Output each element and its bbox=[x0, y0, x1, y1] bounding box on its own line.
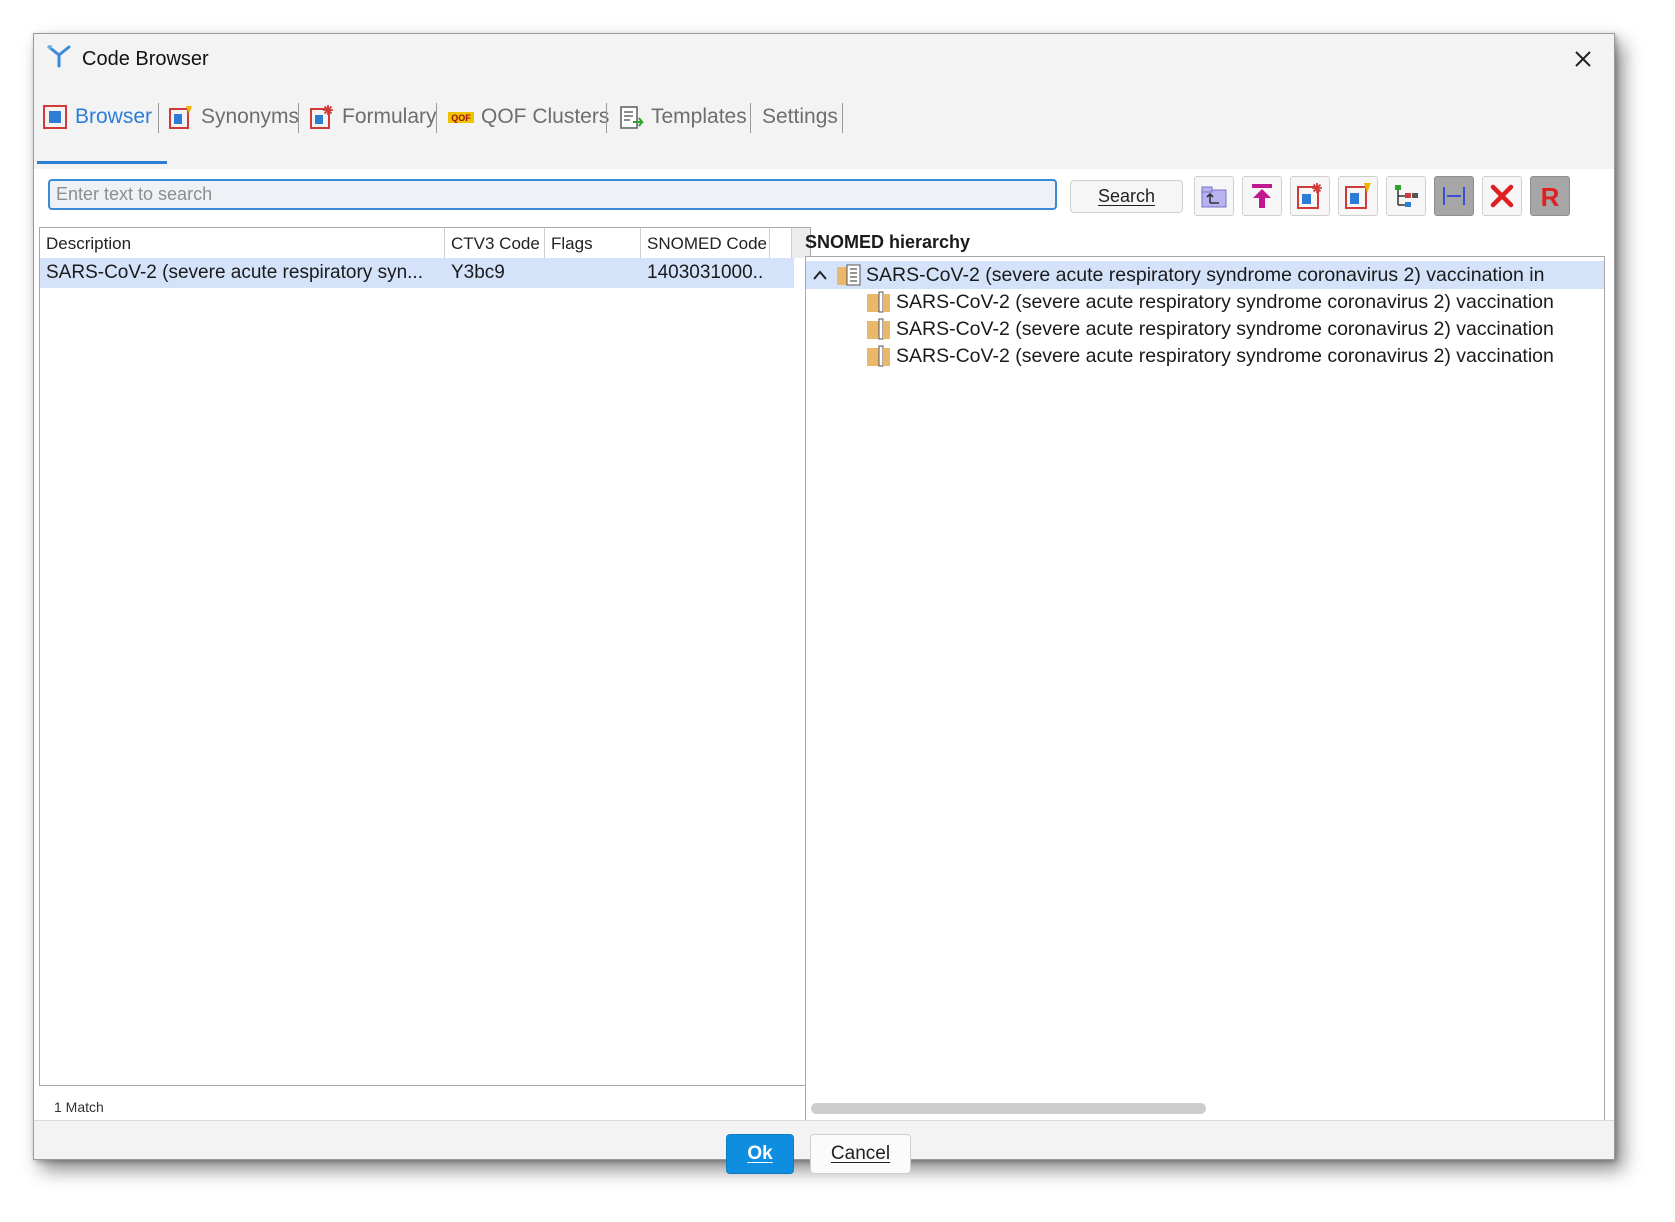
search-button[interactable]: Search bbox=[1070, 180, 1183, 213]
ok-button-label: Ok bbox=[747, 1143, 773, 1164]
tab-label: Synonyms bbox=[201, 105, 300, 128]
column-header-snomed-code[interactable]: SNOMED Code bbox=[641, 228, 770, 258]
column-header-flags[interactable]: Flags bbox=[545, 228, 641, 258]
code-browser-logo-icon bbox=[46, 43, 72, 69]
concept-child-icon bbox=[866, 344, 892, 376]
window-title: Code Browser bbox=[82, 48, 209, 70]
formulary-icon bbox=[309, 104, 335, 130]
tab-divider bbox=[158, 103, 159, 133]
concept-book-icon bbox=[836, 263, 862, 295]
hierarchy-tree-icon bbox=[1395, 185, 1418, 207]
svg-text:R: R bbox=[1541, 182, 1560, 211]
tab-synonyms[interactable]: Synonyms bbox=[168, 95, 299, 139]
fit-width-button[interactable] bbox=[1434, 176, 1474, 216]
chevron-up-icon[interactable] bbox=[812, 261, 828, 297]
hierarchy-tree-button[interactable] bbox=[1386, 176, 1426, 216]
tab-browser[interactable]: Browser bbox=[42, 95, 152, 139]
column-header-ctv3-code[interactable]: CTV3 Code bbox=[445, 228, 545, 258]
clear-icon bbox=[1490, 184, 1514, 208]
close-button[interactable] bbox=[1560, 38, 1606, 80]
synonyms-icon bbox=[168, 104, 194, 130]
column-header-description[interactable]: Description bbox=[40, 228, 445, 258]
top-level-icon bbox=[1252, 184, 1272, 208]
add-synonym-icon bbox=[1345, 183, 1371, 209]
tree-node-label: SARS-CoV-2 (severe acute respiratory syn… bbox=[896, 345, 1554, 367]
cell-snomed-code: 1403031000.. bbox=[647, 262, 764, 283]
add-synonym-button[interactable] bbox=[1338, 176, 1378, 216]
tab-divider bbox=[436, 103, 437, 133]
tab-formulary[interactable]: Formulary bbox=[309, 95, 437, 139]
horizontal-scrollbar[interactable] bbox=[811, 1103, 1206, 1114]
parent-level-button[interactable] bbox=[1194, 176, 1234, 216]
snomed-hierarchy-tree: SARS-CoV-2 (severe acute respiratory syn… bbox=[805, 256, 1605, 1121]
templates-icon bbox=[618, 104, 644, 130]
tab-divider bbox=[842, 103, 843, 133]
read-code-icon: R bbox=[1541, 182, 1560, 211]
tab-qof-clusters[interactable]: QOF QOF Clusters bbox=[448, 95, 609, 139]
tab-label: Templates bbox=[651, 105, 747, 128]
tab-bar: Browser Synonyms Formulary QOF QOF Clust… bbox=[34, 85, 1614, 169]
cell-description: SARS-CoV-2 (severe acute respiratory syn… bbox=[46, 262, 423, 283]
tab-settings[interactable]: Settings bbox=[762, 95, 838, 139]
fit-width-icon bbox=[1443, 187, 1465, 205]
tab-label: Settings bbox=[762, 105, 838, 128]
tab-divider bbox=[606, 103, 607, 133]
tree-node-label: SARS-CoV-2 (severe acute respiratory syn… bbox=[896, 291, 1554, 313]
ok-button[interactable]: Ok bbox=[726, 1134, 794, 1174]
tab-label: Formulary bbox=[342, 105, 437, 128]
results-header: Description CTV3 Code Flags SNOMED Code bbox=[40, 228, 810, 258]
active-tab-indicator bbox=[37, 161, 167, 164]
cell-ctv3-code: Y3bc9 bbox=[451, 262, 505, 283]
search-button-label: Search bbox=[1097, 186, 1156, 206]
svg-text:QOF: QOF bbox=[451, 113, 471, 123]
tree-node[interactable]: SARS-CoV-2 (severe acute respiratory syn… bbox=[806, 261, 1604, 289]
tab-templates[interactable]: Templates bbox=[618, 95, 747, 139]
code-browser-dialog: Code Browser Browser Synonyms Formulary … bbox=[33, 33, 1615, 1174]
tab-divider bbox=[298, 103, 299, 133]
tree-node-label: SARS-CoV-2 (severe acute respiratory syn… bbox=[896, 318, 1554, 340]
results-list: Description CTV3 Code Flags SNOMED Code … bbox=[39, 227, 811, 1086]
add-formulary-button[interactable] bbox=[1290, 176, 1330, 216]
cancel-button[interactable]: Cancel bbox=[810, 1134, 911, 1174]
search-input[interactable] bbox=[48, 179, 1057, 210]
title-bar: Code Browser bbox=[34, 34, 1614, 86]
tab-label: Browser bbox=[75, 105, 153, 128]
cell-flags bbox=[545, 258, 641, 288]
qof-icon: QOF bbox=[448, 104, 474, 130]
match-count: 1 Match bbox=[54, 1099, 104, 1115]
table-row[interactable]: SARS-CoV-2 (severe acute respiratory syn… bbox=[40, 258, 794, 288]
browser-icon bbox=[42, 104, 68, 130]
parent-level-icon bbox=[1201, 186, 1227, 208]
tab-divider bbox=[750, 103, 751, 133]
top-level-button[interactable] bbox=[1242, 176, 1282, 216]
read-code-button[interactable]: R bbox=[1530, 176, 1570, 216]
tab-label: QOF Clusters bbox=[481, 105, 610, 128]
clear-button[interactable] bbox=[1482, 176, 1522, 216]
close-icon bbox=[1575, 51, 1591, 67]
add-formulary-icon bbox=[1297, 183, 1322, 209]
tree-node-label: SARS-CoV-2 (severe acute respiratory syn… bbox=[866, 264, 1545, 286]
cancel-button-label: Cancel bbox=[830, 1143, 891, 1164]
hierarchy-title: SNOMED hierarchy bbox=[805, 232, 971, 252]
